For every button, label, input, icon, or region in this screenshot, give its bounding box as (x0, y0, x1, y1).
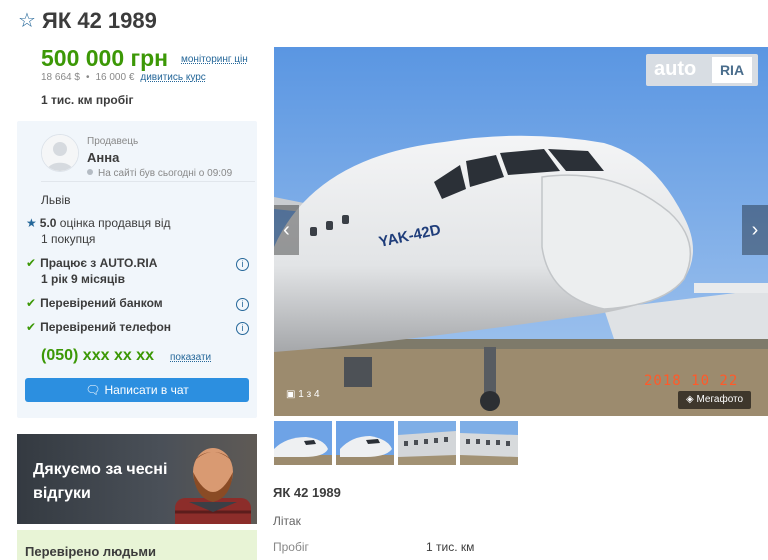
chevron-right-icon: › (751, 219, 759, 241)
seller-name: Анна (87, 150, 120, 165)
thumbnail-2[interactable] (336, 421, 394, 465)
logo-auto-text: auto (654, 58, 697, 80)
info-icon[interactable]: i (236, 258, 249, 271)
banner-person-image (175, 448, 251, 524)
seller-rating: ★ 5.0 оцінка продавця від (26, 215, 171, 231)
mileage-summary: 1 тис. км пробіг (41, 93, 134, 107)
info-icon[interactable]: i (236, 298, 249, 311)
price-usd: 18 664 $ (41, 72, 80, 83)
price-eur: 16 000 € (95, 72, 135, 83)
alt-prices: 18 664 $ • 16 000 € дивитись курс (41, 72, 206, 83)
autoria-watermark-logo: auto RIA (646, 54, 758, 86)
vehicle-type: Літак (273, 514, 301, 528)
thumbnail-4[interactable] (460, 421, 518, 465)
thumbnail-image (398, 421, 456, 465)
favorite-star-icon[interactable]: ☆ (18, 11, 36, 31)
page-title: ЯК 42 1989 (42, 8, 157, 33)
thumbnail-image (460, 421, 518, 465)
rating-count: 1 покупця (41, 232, 96, 246)
logo-ria-text: RIA (712, 57, 752, 83)
info-icon[interactable]: i (236, 322, 249, 335)
rating-value: 5.0 (39, 216, 57, 230)
phone-verified: ✔ Перевірений телефон (26, 320, 172, 334)
seller-panel: Продавець Анна На сайті був сьогодні о 0… (17, 121, 257, 418)
rating-text: оцінка продавця від (59, 216, 171, 230)
chat-button[interactable]: 🗨 Написати в чат (25, 378, 249, 402)
listing-caption-title: ЯК 42 1989 (273, 485, 341, 500)
chat-icon: 🗨 (85, 383, 101, 397)
check-icon: ✔ (26, 296, 37, 310)
prev-photo-button[interactable]: ‹ (274, 205, 299, 255)
online-status: На сайті був сьогодні о 09:09 (87, 168, 232, 179)
show-phone-link[interactable]: показати (170, 352, 211, 363)
chevron-left-icon: ‹ (283, 219, 290, 241)
exchange-rate-link[interactable]: дивитись курс (140, 72, 205, 83)
seller-label: Продавець (87, 136, 139, 147)
gallery-icon: ▣ (286, 389, 296, 400)
avatar (41, 134, 79, 172)
phone-number: (050) xxx xx xx (41, 347, 154, 364)
mileage-label: Пробіг (273, 540, 309, 554)
thumbnail-1[interactable] (274, 421, 332, 465)
check-icon: ✔ (26, 320, 37, 334)
main-photo[interactable]: YAK-42D auto RIA ‹ › ▣ 1 з 4 2018 10 22 … (274, 47, 768, 416)
price: 500 000 грн (41, 45, 169, 71)
photo-date-stamp: 2018 10 22 (644, 373, 739, 389)
seller-city: Львів (41, 193, 71, 207)
works-with-since: ✔ Працює з AUTO.RIA (26, 256, 158, 270)
bank-verified: ✔ Перевірений банком (26, 296, 163, 310)
price-monitoring-link[interactable]: моніторинг цін (181, 54, 248, 65)
next-photo-button[interactable]: › (742, 205, 768, 255)
aircraft-photo: YAK-42D (274, 47, 768, 416)
photo-counter: ▣ 1 з 4 (286, 389, 320, 400)
mileage-value: 1 тис. км (426, 540, 475, 554)
thumbnail-image (274, 421, 332, 465)
feedback-banner[interactable]: Дякуємо за чесні відгуки (17, 434, 257, 524)
diamond-icon: ◈ (686, 394, 694, 405)
divider (41, 181, 255, 182)
megaphoto-button[interactable]: ◈ Мегафото (678, 391, 752, 409)
check-icon: ✔ (26, 256, 37, 270)
thumbnail-3[interactable] (398, 421, 456, 465)
verified-text: Перевірено людьми (25, 544, 156, 559)
star-icon: ★ (26, 216, 37, 230)
verified-strip: Перевірено людьми (17, 530, 257, 560)
banner-text: Дякуємо за чесні відгуки (33, 461, 168, 502)
thumbnail-image (336, 421, 394, 465)
works-duration: 1 рік 9 місяців (41, 272, 125, 286)
